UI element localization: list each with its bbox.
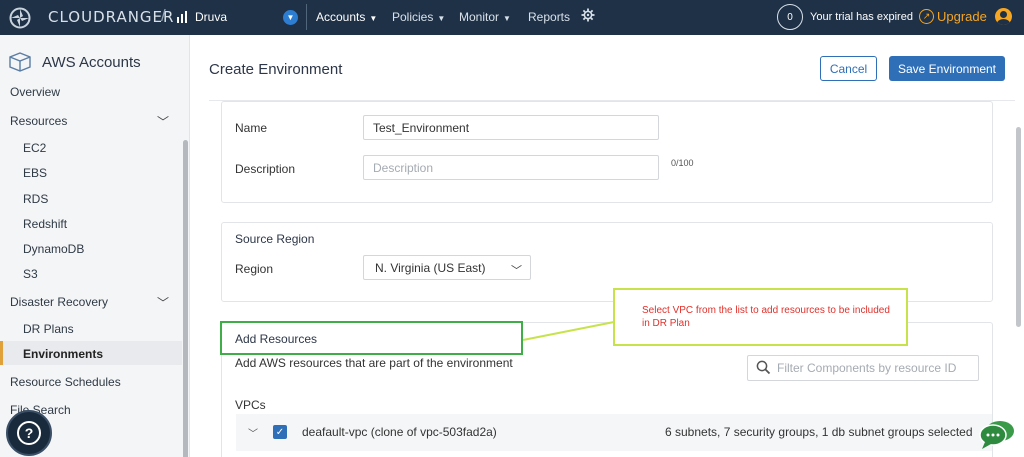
annotation-connector-line	[522, 321, 615, 341]
annotation-callout-text: Select VPC from the list to add resource…	[642, 305, 890, 329]
help-question-icon[interactable]: ?	[17, 421, 41, 445]
annotation-highlight-box	[220, 321, 523, 355]
chat-bubbles-icon[interactable]	[978, 418, 1016, 450]
